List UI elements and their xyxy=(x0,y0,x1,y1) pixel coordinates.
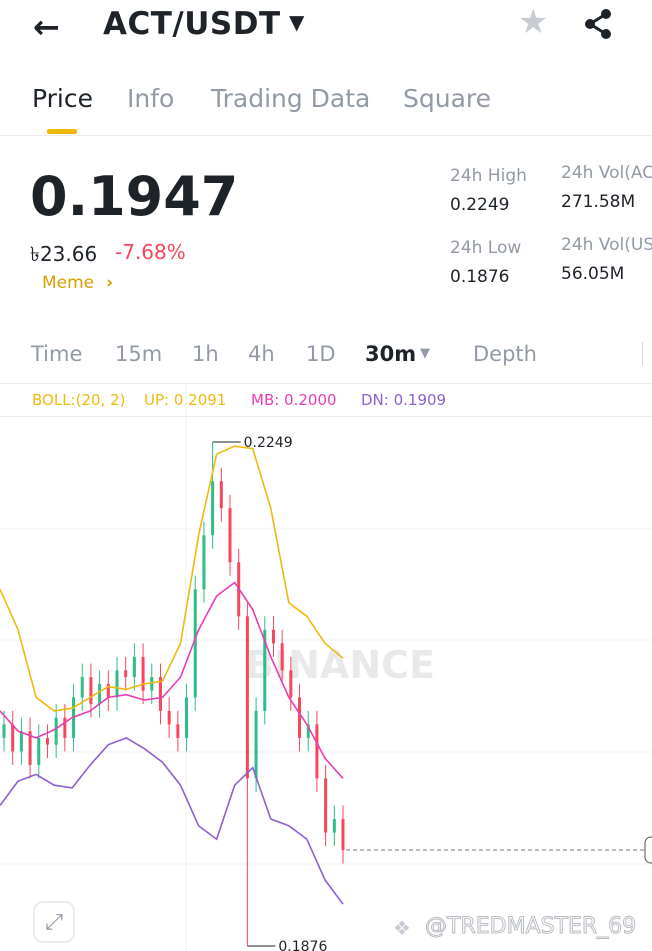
candle-body xyxy=(211,481,215,536)
candle-body xyxy=(45,737,49,745)
candle-body xyxy=(124,670,128,678)
candle-body xyxy=(254,710,258,779)
candlestick-chart[interactable]: BINANCE 0.22490.1876 xyxy=(0,0,652,951)
watermark-logo-icon: ❖ xyxy=(393,916,411,940)
candle-body xyxy=(89,677,93,705)
candle-body xyxy=(63,717,67,738)
candle-body xyxy=(167,710,171,725)
boll-lower-line xyxy=(0,737,344,905)
candle-body xyxy=(280,643,284,671)
candle-body xyxy=(115,670,119,698)
candle-body xyxy=(37,737,41,765)
candle-body xyxy=(315,724,319,779)
candle-body xyxy=(98,683,102,705)
candle-body xyxy=(185,697,189,738)
candle-body xyxy=(2,724,6,738)
last-price-tag xyxy=(644,836,652,864)
candle-body xyxy=(11,724,15,752)
candle-body xyxy=(202,535,206,590)
candle-body xyxy=(332,818,336,833)
candle-body xyxy=(150,677,154,691)
candle-body xyxy=(298,697,302,738)
candle-body xyxy=(132,656,136,678)
candle-body xyxy=(228,508,232,563)
candle-body xyxy=(271,629,275,644)
expand-chart-button[interactable]: ⤢ xyxy=(33,901,75,943)
candle-body xyxy=(289,670,293,698)
candle-body xyxy=(341,818,345,851)
candle-body xyxy=(19,731,23,752)
expand-icon: ⤢ xyxy=(45,909,63,935)
high-marker-label: 0.2249 xyxy=(244,435,293,451)
candle-body xyxy=(54,717,58,745)
credit-watermark: @TREDMASTER_69 xyxy=(424,914,637,940)
candle-body xyxy=(80,677,84,698)
candle-body xyxy=(245,616,249,779)
candle-body xyxy=(219,481,223,509)
low-marker-label: 0.1876 xyxy=(278,939,327,951)
candle-body xyxy=(324,778,328,833)
candle-body xyxy=(176,724,180,738)
candle-body xyxy=(141,656,145,691)
